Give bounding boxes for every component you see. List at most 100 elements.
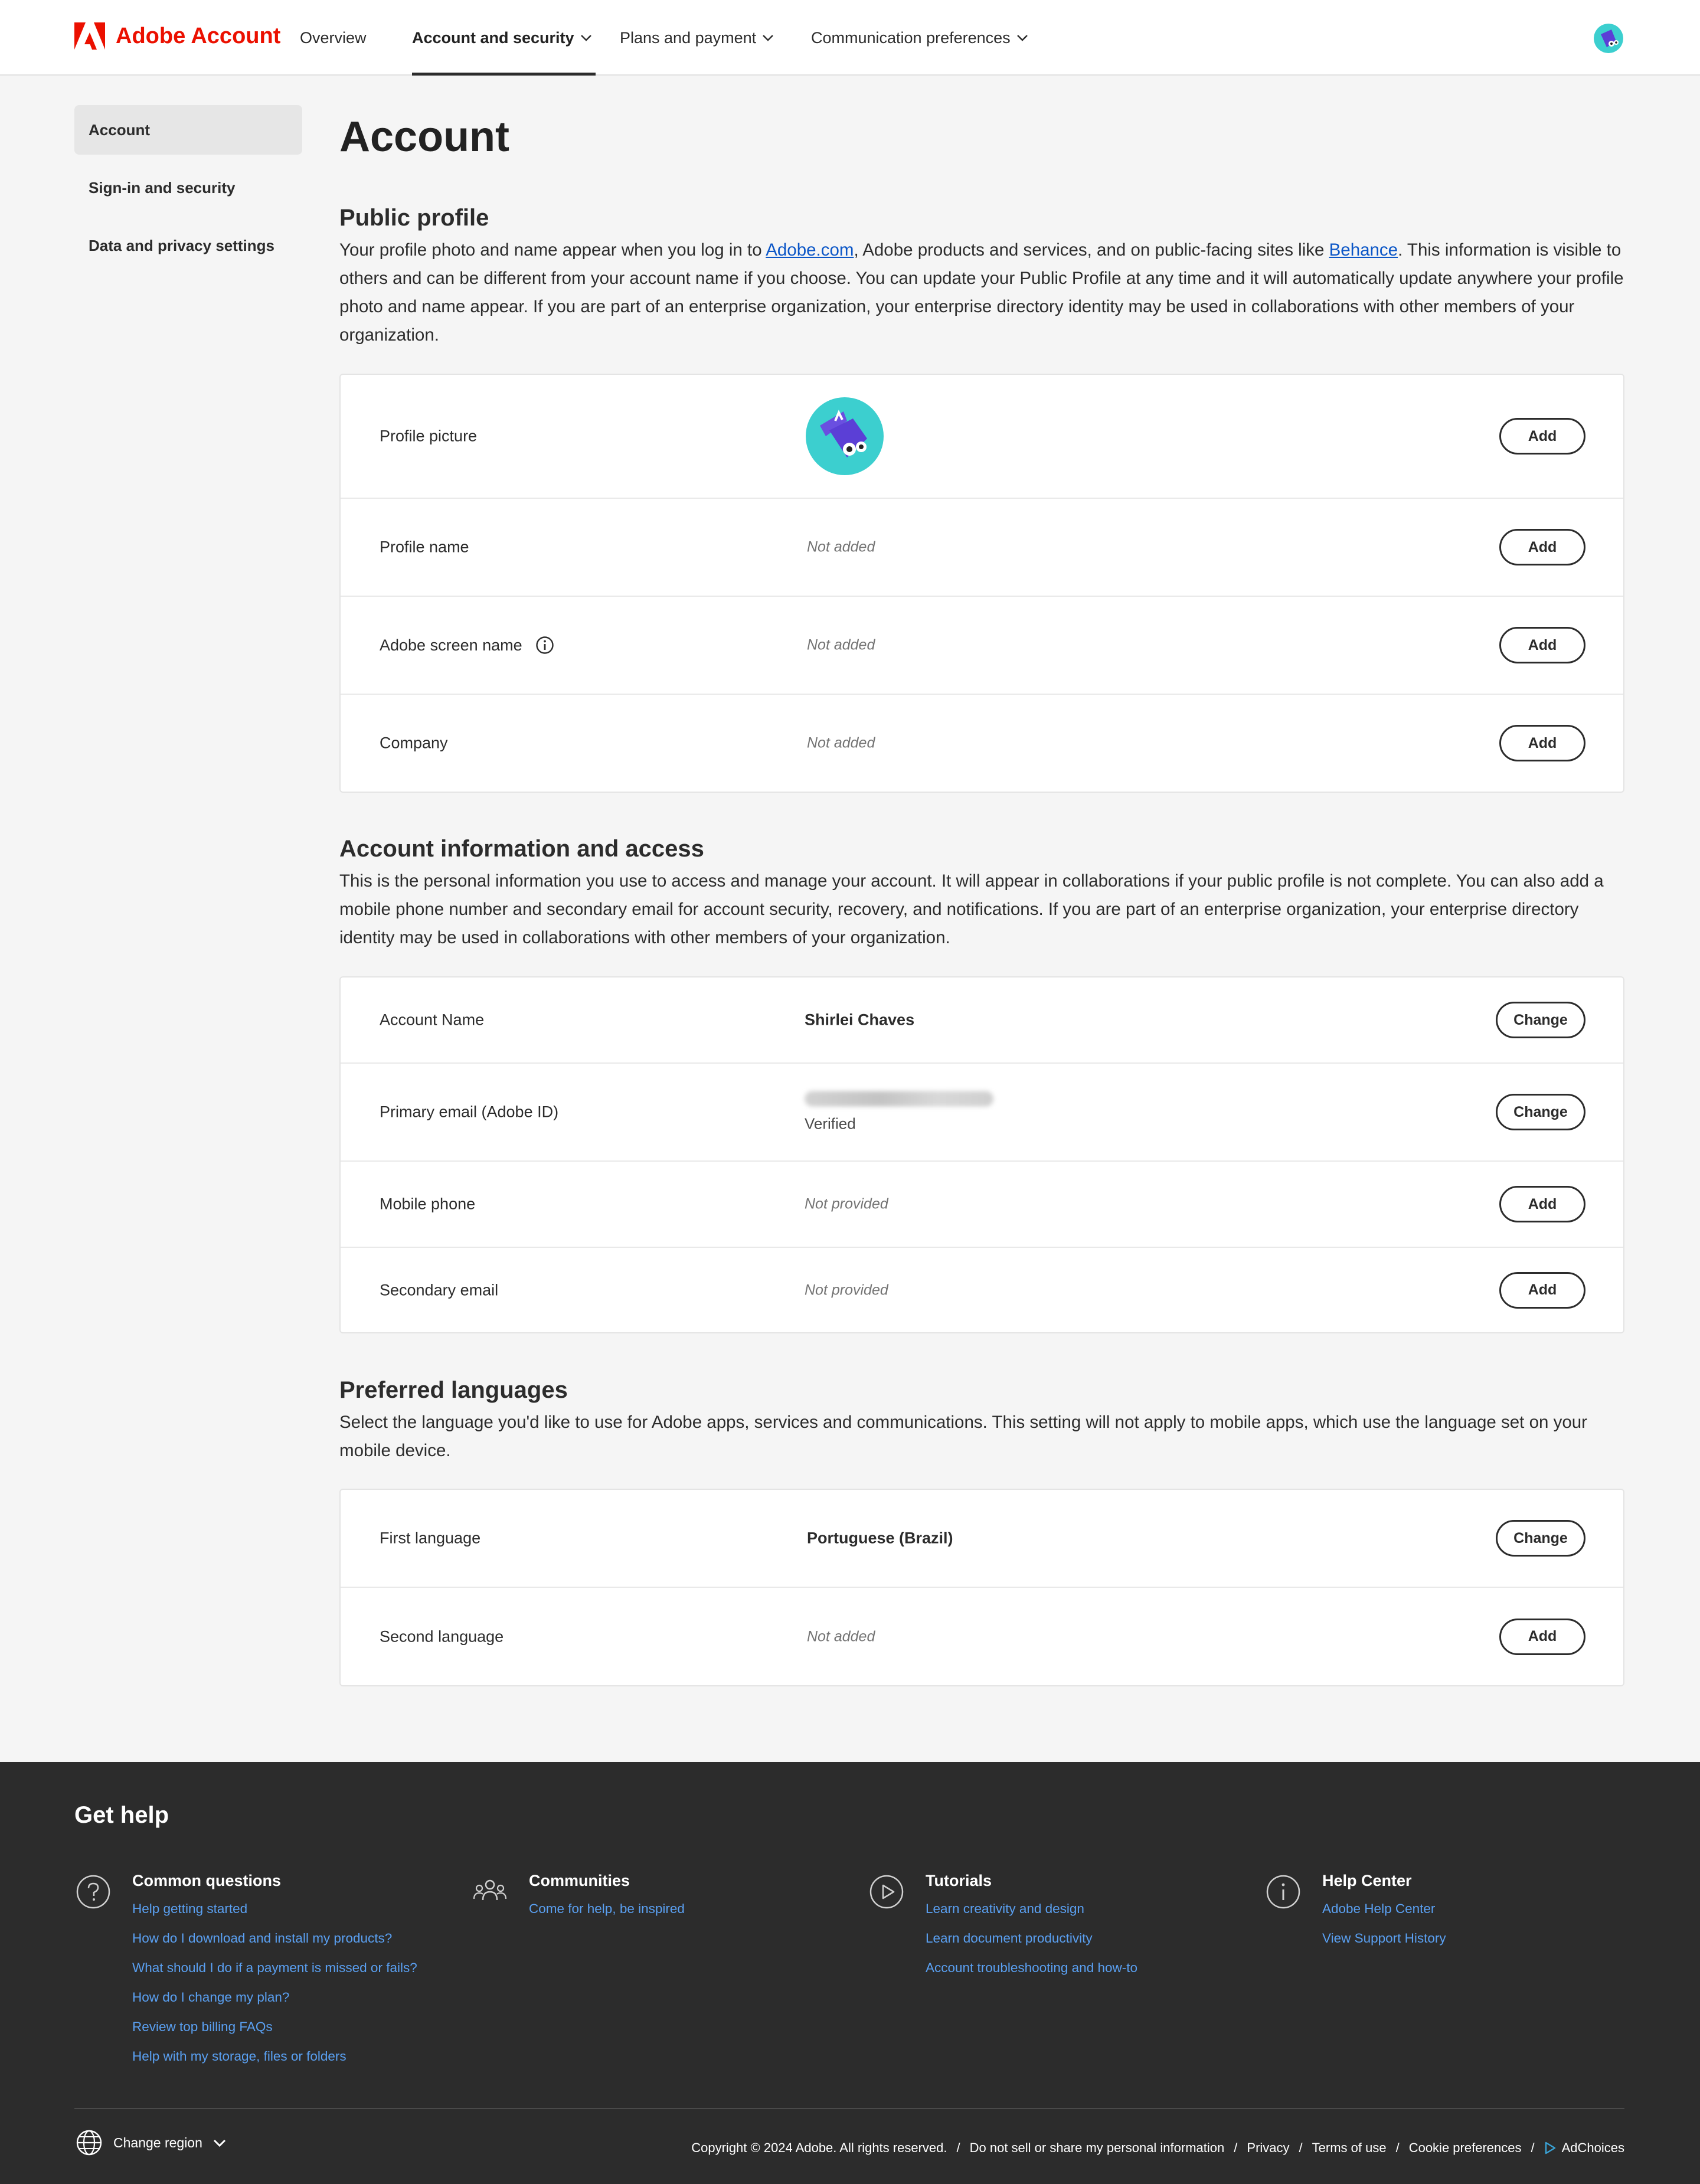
- nav-label: Account and security: [412, 28, 574, 47]
- add-profile-picture-button[interactable]: Add: [1499, 418, 1585, 455]
- languages-card: First language Portuguese (Brazil) Chang…: [339, 1489, 1624, 1686]
- second-language-row: Second language Not added Add: [341, 1588, 1623, 1685]
- profile-picture-row: Profile picture Add: [341, 375, 1623, 499]
- sidebar-item-label: Sign-in and security: [89, 178, 236, 197]
- help-link[interactable]: Help getting started: [132, 1894, 417, 1924]
- nav-label: Communication preferences: [811, 28, 1011, 47]
- account-information-card: Account Name Shirlei Chaves Change Prima…: [339, 976, 1624, 1333]
- behance-link[interactable]: Behance: [1329, 240, 1398, 260]
- privacy-link[interactable]: Privacy: [1247, 2140, 1289, 2156]
- footer-title: Get help: [74, 1802, 169, 1828]
- nav-label: Plans and payment: [620, 28, 757, 47]
- adobe-account-logo[interactable]: Adobe Account: [74, 22, 280, 50]
- row-value: Not provided: [805, 1195, 888, 1212]
- add-profile-name-button[interactable]: Add: [1499, 529, 1585, 565]
- help-link[interactable]: How do I change my plan?: [132, 1983, 417, 2012]
- account-information-section: Account information and access This is t…: [339, 834, 1624, 952]
- change-primary-email-button[interactable]: Change: [1496, 1094, 1585, 1130]
- description-text: Your profile photo and name appear when …: [339, 240, 766, 260]
- public-profile-card: Profile picture Add Profile name Not add…: [339, 374, 1624, 793]
- help-link[interactable]: Adobe Help Center: [1322, 1894, 1446, 1924]
- change-first-language-button[interactable]: Change: [1496, 1520, 1585, 1557]
- row-label: First language: [380, 1529, 481, 1547]
- redacted-email: [805, 1091, 993, 1107]
- info-icon[interactable]: [535, 636, 554, 655]
- help-link[interactable]: Come for help, be inspired: [529, 1894, 685, 1924]
- company-row: Company Not added Add: [341, 695, 1623, 792]
- add-secondary-email-button[interactable]: Add: [1499, 1271, 1585, 1309]
- section-title: Account information and access: [339, 836, 704, 862]
- add-screen-name-button[interactable]: Add: [1499, 627, 1585, 663]
- sidebar-item-account[interactable]: Account: [74, 105, 302, 155]
- nav-communication-preferences[interactable]: Communication preferences: [811, 0, 1028, 76]
- help-link[interactable]: Learn document productivity: [926, 1924, 1137, 1953]
- adobe-screen-name-row: Adobe screen name Not added Add: [341, 597, 1623, 695]
- sidebar-item-label: Account: [89, 120, 150, 139]
- separator: /: [1395, 2140, 1400, 2155]
- profile-picture-image: [806, 397, 884, 475]
- sidebar-item-data-and-privacy[interactable]: Data and privacy settings: [74, 221, 302, 270]
- chevron-down-icon: [1016, 34, 1028, 41]
- public-profile-section: Public profile Your profile photo and na…: [339, 203, 1624, 349]
- top-navigation: Adobe Account Overview Account and secur…: [0, 0, 1700, 76]
- help-link[interactable]: How do I download and install my product…: [132, 1924, 417, 1953]
- info-circle-icon: [1266, 1874, 1301, 1910]
- change-region-button[interactable]: Change region: [76, 2129, 226, 2156]
- row-value: Not added: [807, 538, 875, 555]
- help-link[interactable]: Review top billing FAQs: [132, 2012, 417, 2042]
- copyright-text: Copyright © 2024 Adobe. All rights reser…: [691, 2140, 947, 2155]
- add-company-button[interactable]: Add: [1499, 725, 1585, 761]
- user-avatar[interactable]: [1594, 24, 1623, 53]
- cookie-preferences-link[interactable]: Cookie preferences: [1409, 2140, 1522, 2156]
- help-link[interactable]: View Support History: [1322, 1924, 1446, 1953]
- play-circle-icon: [869, 1874, 904, 1910]
- help-heading: Communities: [529, 1872, 630, 1889]
- footer-divider: [74, 2108, 1624, 2109]
- nav-overview[interactable]: Overview: [300, 0, 367, 76]
- help-link[interactable]: Account troubleshooting and how-to: [926, 1953, 1137, 1983]
- terms-of-use-link[interactable]: Terms of use: [1312, 2140, 1387, 2156]
- row-label: Account Name: [380, 1011, 485, 1029]
- help-link[interactable]: Learn creativity and design: [926, 1894, 1137, 1924]
- row-label: Profile name: [380, 538, 469, 556]
- help-heading: Tutorials: [926, 1872, 992, 1889]
- account-name-value: Shirlei Chaves: [805, 1011, 915, 1029]
- footer: Get help Common questions Help getting s…: [0, 1762, 1700, 2184]
- do-not-sell-link[interactable]: Do not sell or share my personal informa…: [970, 2140, 1225, 2156]
- help-link[interactable]: Help with my storage, files or folders: [132, 2042, 417, 2071]
- help-links: Come for help, be inspired: [529, 1894, 685, 1924]
- adchoices-label: AdChoices: [1561, 2140, 1624, 2155]
- adobe-com-link[interactable]: Adobe.com: [766, 240, 854, 260]
- adchoices-icon: [1544, 2142, 1556, 2154]
- chevron-down-icon: [213, 2139, 226, 2147]
- help-link[interactable]: What should I do if a payment is missed …: [132, 1953, 417, 1983]
- change-region-label: Change region: [113, 2134, 202, 2150]
- legal-links: Copyright © 2024 Adobe. All rights reser…: [691, 2140, 1624, 2156]
- question-circle-icon: [76, 1874, 111, 1910]
- row-value: Not provided: [805, 1281, 888, 1298]
- brand-name: Adobe Account: [116, 23, 281, 48]
- row-label: Primary email (Adobe ID): [380, 1103, 559, 1121]
- nav-plans-and-payment[interactable]: Plans and payment: [620, 0, 774, 76]
- row-label: Adobe screen name: [380, 636, 522, 654]
- help-links: Adobe Help Center View Support History: [1322, 1894, 1446, 1953]
- primary-email-value: Verified: [805, 1091, 993, 1133]
- chevron-down-icon: [762, 34, 774, 41]
- section-description: Select the language you'd like to use fo…: [339, 1413, 1587, 1460]
- section-description: This is the personal information you use…: [339, 871, 1604, 947]
- add-mobile-phone-button[interactable]: Add: [1499, 1186, 1585, 1222]
- nav-account-and-security[interactable]: Account and security: [412, 0, 596, 76]
- people-icon: [472, 1874, 508, 1910]
- adchoices-link[interactable]: AdChoices: [1544, 2140, 1624, 2156]
- add-second-language-button[interactable]: Add: [1499, 1618, 1585, 1655]
- row-value: Not added: [807, 636, 875, 653]
- secondary-email-row: Secondary email Not provided Add: [341, 1248, 1623, 1332]
- primary-email-row: Primary email (Adobe ID) Verified Change: [341, 1064, 1623, 1162]
- row-value: Not added: [807, 1628, 875, 1644]
- first-language-value: Portuguese (Brazil): [807, 1529, 953, 1547]
- row-label: Profile picture: [380, 427, 478, 445]
- change-account-name-button[interactable]: Change: [1496, 1002, 1585, 1038]
- first-language-row: First language Portuguese (Brazil) Chang…: [341, 1490, 1623, 1588]
- sidebar-item-sign-in-and-security[interactable]: Sign-in and security: [74, 163, 302, 212]
- separator: /: [1299, 2140, 1303, 2155]
